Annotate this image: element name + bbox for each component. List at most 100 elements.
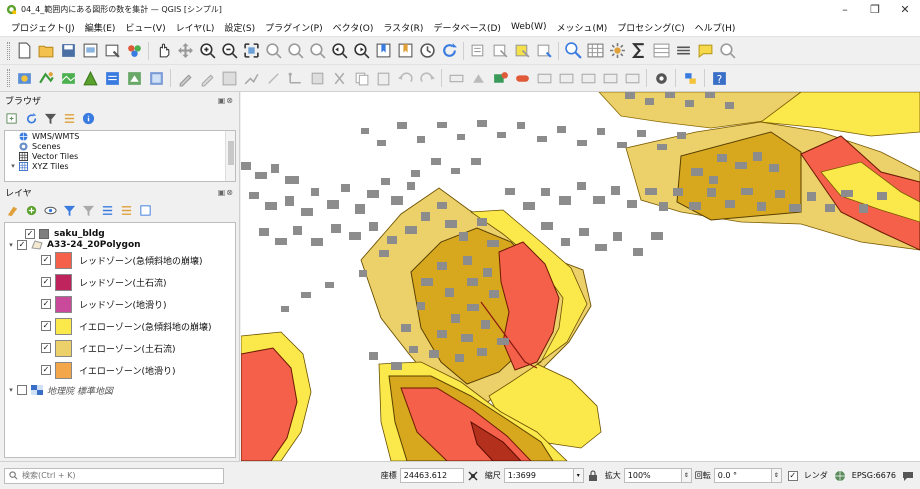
delete-selected-icon[interactable] (307, 68, 327, 88)
render-checkbox[interactable]: ✓ (787, 470, 798, 481)
legend-item-checkbox[interactable]: ✓ (41, 299, 51, 309)
menu-database[interactable]: データベース(D) (428, 21, 506, 34)
legend-item-red-landslide[interactable]: ✓ レッドゾーン(地滑り) (41, 293, 167, 315)
crs-globe-icon[interactable] (834, 470, 846, 482)
add-spatialite-icon[interactable] (124, 68, 144, 88)
python-console-icon[interactable] (680, 68, 700, 88)
print-layout-icon[interactable] (80, 41, 100, 61)
show-hide-labels-icon[interactable] (534, 68, 554, 88)
label-tool-icon[interactable] (446, 68, 466, 88)
browser-scrollbar[interactable] (225, 131, 235, 181)
map-canvas[interactable] (241, 92, 920, 461)
redo-icon[interactable] (417, 68, 437, 88)
legend-item-yellow-slope[interactable]: ✓ イエローゾーン(急傾斜地の崩壊) (41, 315, 211, 337)
browser-item[interactable]: ▾ XYZ Tiles (5, 161, 235, 171)
collapse-arrow-icon[interactable]: ▾ (7, 386, 15, 394)
browser-tree[interactable]: WMS/WMTS Scenes Vector Tiles ▾ XYZ Tiles (4, 130, 236, 182)
legend-item-checkbox[interactable]: ✓ (41, 321, 51, 331)
select-by-value-icon[interactable] (512, 41, 532, 61)
add-feature-icon[interactable] (263, 68, 283, 88)
add-vector-layer-icon[interactable] (36, 68, 56, 88)
scrollbar-thumb[interactable] (228, 141, 234, 165)
change-label-icon[interactable] (600, 68, 620, 88)
messages-icon[interactable] (902, 470, 914, 482)
add-group-icon[interactable] (23, 202, 39, 218)
pin-labels-icon[interactable] (512, 68, 532, 88)
text-annotation-icon[interactable] (673, 41, 693, 61)
expand-arrow-icon[interactable]: ▾ (9, 162, 17, 170)
add-mesh-layer-icon[interactable] (80, 68, 100, 88)
legend-item-checkbox[interactable]: ✓ (41, 365, 51, 375)
diagram-icon[interactable] (622, 68, 642, 88)
menu-edit[interactable]: 編集(E) (80, 21, 121, 34)
digitize-line-icon[interactable] (241, 68, 261, 88)
collapse-all-layers-icon[interactable] (118, 202, 134, 218)
current-edits-icon[interactable] (175, 68, 195, 88)
minimize-button[interactable]: – (830, 0, 860, 18)
manage-visibility-icon[interactable] (42, 202, 58, 218)
collapse-arrow-icon[interactable]: ▾ (7, 241, 15, 249)
panel-float-close-buttons[interactable]: ▣⊗ (218, 96, 234, 105)
layer-row-gsi-basemap[interactable]: ▾ 地理院 標準地図 (7, 381, 113, 399)
toolbar-grip[interactable] (7, 69, 10, 87)
locator-search[interactable] (4, 467, 224, 484)
add-raster-layer-icon[interactable] (58, 68, 78, 88)
cut-features-icon[interactable] (329, 68, 349, 88)
zoom-full-icon[interactable] (241, 41, 261, 61)
processing-toolbox-icon[interactable] (607, 41, 627, 61)
legend-item-checkbox[interactable]: ✓ (41, 255, 51, 265)
temporal-controller-icon[interactable] (417, 41, 437, 61)
select-features-icon[interactable] (490, 41, 510, 61)
browser-item[interactable]: Vector Tiles (5, 151, 235, 161)
close-button[interactable]: ✕ (890, 0, 920, 18)
attribute-grid-icon[interactable] (651, 41, 671, 61)
add-delimited-text-icon[interactable] (102, 68, 122, 88)
scale-dropdown-icon[interactable]: ▾ (573, 468, 584, 483)
lock-icon[interactable] (587, 469, 599, 482)
layer-visibility-checkbox[interactable] (17, 385, 27, 395)
undo-icon[interactable] (395, 68, 415, 88)
menu-help[interactable]: ヘルプ(H) (690, 21, 741, 34)
map-tips-icon[interactable] (695, 41, 715, 61)
style-manager-icon[interactable] (124, 41, 144, 61)
rotate-label-icon[interactable] (578, 68, 598, 88)
add-selected-layers-icon[interactable] (4, 110, 20, 126)
show-bookmarks-icon[interactable] (395, 41, 415, 61)
browser-item[interactable]: WMS/WMTS (5, 131, 235, 141)
menu-raster[interactable]: ラスタ(R) (378, 21, 428, 34)
paste-features-icon[interactable] (373, 68, 393, 88)
new-project-icon[interactable] (14, 41, 34, 61)
panel-float-close-buttons[interactable]: ▣⊗ (218, 188, 234, 197)
magnifier-field[interactable]: 100% (623, 468, 682, 483)
properties-info-icon[interactable] (80, 110, 96, 126)
toggle-extents-icon[interactable] (467, 470, 479, 482)
legend-item-checkbox[interactable]: ✓ (41, 277, 51, 287)
data-source-manager-icon[interactable] (14, 68, 34, 88)
menu-vector[interactable]: ベクタ(O) (328, 21, 379, 34)
legend-item-yellow-landslide[interactable]: ✓ イエローゾーン(地滑り) (41, 359, 175, 381)
legend-item-red-debris[interactable]: ✓ レッドゾーン(土石流) (41, 271, 167, 293)
search-input[interactable] (22, 471, 212, 480)
menu-processing[interactable]: プロセシング(C) (612, 21, 689, 34)
menu-plugins[interactable]: プラグイン(P) (260, 21, 327, 34)
filter-legend-icon[interactable] (61, 202, 77, 218)
menu-layer[interactable]: レイヤ(L) (171, 21, 220, 34)
refresh-icon[interactable] (439, 41, 459, 61)
toolbar-grip[interactable] (7, 41, 10, 60)
coordinate-field[interactable]: 24463.612 (399, 468, 464, 483)
zoom-native-icon[interactable] (307, 41, 327, 61)
deselect-features-icon[interactable] (534, 41, 554, 61)
layout-manager-icon[interactable] (102, 41, 122, 61)
layer-visibility-checkbox[interactable]: ✓ (17, 240, 27, 250)
pan-hand-icon[interactable] (153, 41, 173, 61)
vertex-tool-icon[interactable] (285, 68, 305, 88)
zoom-next-icon[interactable] (351, 41, 371, 61)
plugin-gear-icon[interactable] (651, 68, 671, 88)
save-edits-icon[interactable] (219, 68, 239, 88)
zoom-out-icon[interactable] (219, 41, 239, 61)
menu-mesh[interactable]: メッシュ(M) (552, 21, 613, 34)
attribute-table-icon[interactable] (585, 41, 605, 61)
copy-features-icon[interactable] (351, 68, 371, 88)
layer-labeling-icon[interactable] (468, 68, 488, 88)
toggle-editing-icon[interactable] (197, 68, 217, 88)
